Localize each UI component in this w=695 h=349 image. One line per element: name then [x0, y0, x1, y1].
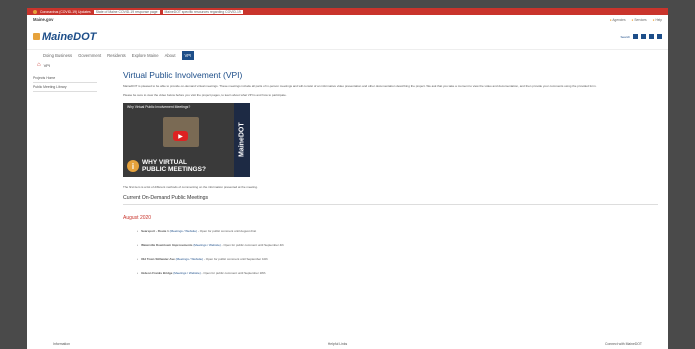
- email-icon[interactable]: [641, 34, 646, 39]
- alert-link-1[interactable]: State of Maine COVID-19 response page: [93, 9, 160, 14]
- home-icon[interactable]: [633, 34, 638, 39]
- footer-information: Information: [53, 342, 70, 346]
- video-brand: MaineDOT: [234, 103, 250, 178]
- home-icon[interactable]: ⌂: [37, 62, 41, 68]
- list-item: Searsport - Route 1 (Meetings / Website)…: [137, 229, 658, 233]
- note-paragraph: The first item is a list of different me…: [123, 185, 258, 190]
- nav-vpi[interactable]: VPI: [181, 50, 195, 60]
- nav-government[interactable]: Government: [78, 53, 101, 58]
- top-strip: Maine.gov ● Agencies ● Services ● Help: [27, 15, 668, 24]
- list-item: Old Town Stillwater Ave (Meetings / Webs…: [137, 257, 658, 261]
- nav-explore-maine[interactable]: Explore Maine: [132, 53, 159, 58]
- play-icon[interactable]: ▶: [173, 131, 188, 142]
- intro-paragraph-2: Please be sure to view the video below b…: [123, 93, 287, 98]
- info-icon: i: [127, 160, 139, 173]
- agencies-link[interactable]: ● Agencies: [610, 18, 626, 22]
- nav-about[interactable]: About: [165, 53, 176, 58]
- video-caption-text: WHY VIRTUAL PUBLIC MEETINGS?: [142, 159, 206, 174]
- search-link[interactable]: Search: [620, 35, 630, 39]
- breadcrumb: ⌂ VPI: [27, 60, 668, 70]
- nav-doing-business[interactable]: Doing Business: [43, 53, 72, 58]
- twitter-icon[interactable]: [657, 34, 662, 39]
- list-item: Gideon Franks Bridge (Meetings / Website…: [137, 271, 658, 275]
- footer-connect: Connect with MaineDOT: [605, 342, 642, 346]
- video-caption: i WHY VIRTUAL PUBLIC MEETINGS?: [127, 159, 206, 173]
- main-nav: Doing Business Government Residents Expl…: [27, 50, 668, 60]
- meeting-link[interactable]: (Meetings / Website): [173, 271, 200, 275]
- content-area: Projects Home Public Meeting Library Vir…: [27, 70, 668, 285]
- help-link[interactable]: ● Help: [653, 18, 662, 22]
- mainedot-logo[interactable]: MaineDOT: [33, 31, 96, 43]
- page-title: Virtual Public Involvement (VPI): [123, 70, 243, 80]
- meeting-link[interactable]: (Meetings / Website): [170, 229, 197, 233]
- breadcrumb-current: VPI: [43, 62, 51, 68]
- meeting-link[interactable]: (Meetings / Website): [193, 243, 220, 247]
- alert-bar: Coronavirus (COVID-19) Updates State of …: [27, 8, 668, 15]
- video-title: Why Virtual Public Involvement Meetings?: [127, 105, 191, 110]
- top-links: ● Agencies ● Services ● Help: [610, 18, 662, 22]
- services-link[interactable]: ● Services: [632, 18, 647, 22]
- section-title: Current On-Demand Public Meetings: [123, 195, 658, 205]
- sidebar: Projects Home Public Meeting Library: [27, 70, 101, 285]
- header-tools: Search: [620, 34, 662, 39]
- site-header: MaineDOT Search: [27, 24, 668, 50]
- intro-paragraph: MaineDOT is pleased to be able to provid…: [123, 84, 597, 88]
- meeting-link[interactable]: (Meetings / Website): [176, 257, 203, 261]
- month-heading: August 2020: [123, 214, 152, 221]
- video-player[interactable]: Why Virtual Public Involvement Meetings?…: [123, 103, 250, 178]
- sidebar-item-projects-home[interactable]: Projects Home: [33, 74, 97, 83]
- logo-mark-icon: [33, 33, 40, 40]
- browser-page: Coronavirus (COVID-19) Updates State of …: [27, 8, 668, 349]
- meeting-list: Searsport - Route 1 (Meetings / Website)…: [123, 229, 658, 275]
- main-content: Virtual Public Involvement (VPI) MaineDO…: [101, 70, 668, 285]
- footer-helpful-links: Helpful Links: [327, 342, 348, 346]
- footer: Information Helpful Links Connect with M…: [27, 342, 668, 346]
- nav-residents[interactable]: Residents: [107, 53, 126, 58]
- alert-label: Coronavirus (COVID-19) Updates: [40, 9, 91, 14]
- facebook-icon[interactable]: [649, 34, 654, 39]
- list-item: Waterville Downtown Improvements (Meetin…: [137, 243, 658, 247]
- sidebar-item-public-meeting-library[interactable]: Public Meeting Library: [33, 83, 97, 92]
- maine-gov-link[interactable]: Maine.gov: [33, 17, 53, 22]
- alert-icon: [33, 9, 37, 14]
- alert-link-2[interactable]: MaineDOT specific resources regarding CO…: [162, 9, 243, 14]
